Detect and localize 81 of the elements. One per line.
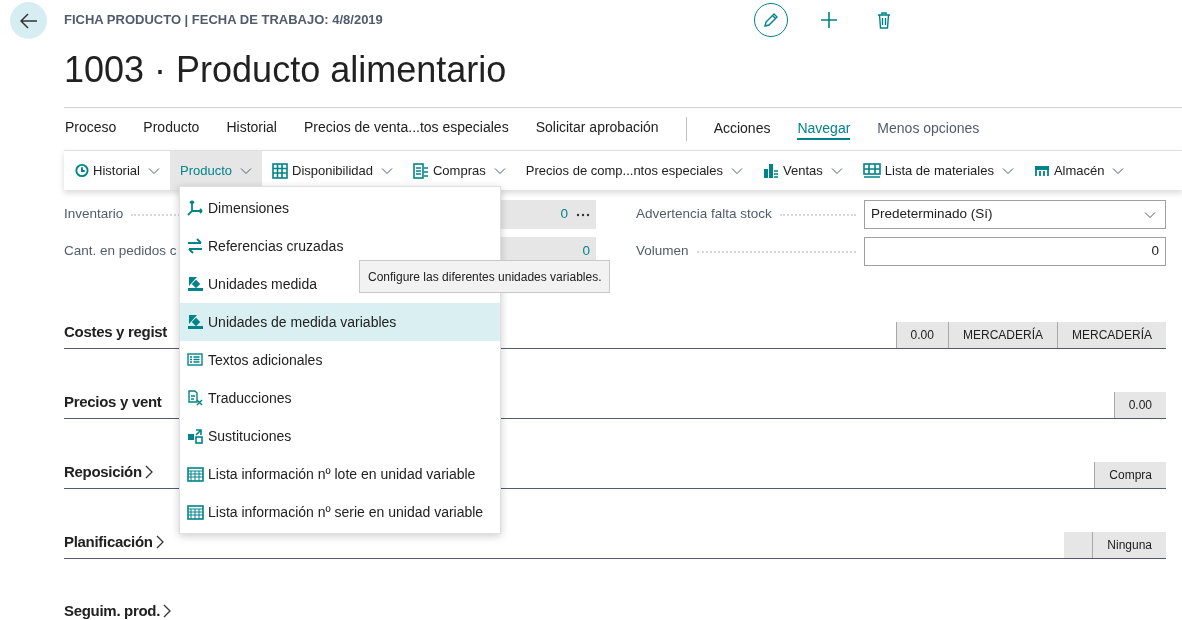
menu-button[interactable]: Lista de materiales	[852, 151, 1024, 190]
menu-button[interactable]: Producto	[169, 151, 262, 190]
menu-button[interactable]: Almacén	[1023, 151, 1135, 190]
chevron-down-icon	[1001, 166, 1014, 175]
substitute-icon	[187, 428, 203, 444]
tab[interactable]: Historial	[226, 117, 277, 141]
ruler-icon	[187, 276, 203, 292]
menu-button[interactable]: Historial	[64, 151, 170, 190]
menu-button[interactable]: Ventas	[753, 151, 853, 190]
back-button[interactable]	[10, 2, 47, 39]
grid-icon	[272, 162, 288, 179]
menu-button[interactable]: Compras	[402, 151, 516, 190]
field-label: Cant. en pedidos c	[64, 242, 177, 261]
input-field[interactable]: 0	[864, 237, 1166, 266]
menu-item[interactable]: Unidades de medida variables	[180, 303, 500, 341]
chevron-right-icon[interactable]	[163, 603, 172, 618]
summary-value: MERCADERÍA	[1057, 322, 1166, 348]
pencil-icon	[763, 12, 779, 28]
chevron-down-icon	[493, 166, 506, 175]
section-title: Seguim. prod.	[64, 600, 161, 620]
ruler-icon	[187, 314, 203, 330]
summary-value: Compra	[1094, 462, 1166, 488]
tab[interactable]: Navegar	[797, 118, 851, 140]
field-label: Volumen	[636, 242, 689, 261]
select-field[interactable]: Predeterminado (Sí)	[864, 200, 1166, 229]
axes-icon	[187, 200, 203, 216]
section-title: Costes y regist	[64, 321, 168, 342]
menu-item[interactable]: Lista información nº serie en unidad variable	[180, 493, 500, 531]
tab[interactable]: Precios de venta...tos especiales	[304, 117, 509, 141]
table-icon	[186, 504, 204, 520]
menu-item[interactable]: Dimensiones	[180, 189, 500, 227]
plus-icon	[820, 11, 838, 29]
summary-value: Ninguna	[1092, 532, 1166, 558]
tab[interactable]: Proceso	[65, 117, 117, 141]
field-label: Inventario	[64, 205, 124, 224]
field-label: Advertencia falta stock	[636, 205, 772, 224]
page-title: 1003 · Producto alimentario	[64, 48, 508, 92]
table-icon	[862, 162, 881, 179]
menu-item[interactable]: Textos adicionales	[180, 341, 500, 379]
tab[interactable]: Producto	[143, 117, 200, 141]
summary-value: 0.00	[895, 322, 948, 348]
summary-value: 0.00	[1113, 392, 1166, 418]
menu-item[interactable]: Traducciones	[180, 379, 500, 417]
tab[interactable]: Acciones	[713, 118, 771, 140]
summary-value	[1064, 532, 1093, 558]
warehouse-icon	[1033, 164, 1050, 177]
chevron-down-icon	[380, 166, 393, 175]
delete-button[interactable]	[876, 11, 892, 29]
swap-arrows-icon	[187, 238, 203, 254]
chevron-right-icon[interactable]	[144, 464, 153, 479]
tab[interactable]: Solicitar aprobación	[535, 117, 659, 141]
chevron-down-icon	[731, 166, 743, 175]
trash-icon	[877, 11, 891, 29]
field-value: 0	[500, 200, 596, 229]
menu-item[interactable]: Referencias cruzadas	[180, 227, 500, 265]
section-title: Reposición	[64, 461, 142, 482]
menu-item[interactable]: Lista información nº lote en unidad variable	[180, 455, 500, 493]
section-title: Planificación	[64, 531, 153, 552]
translate-icon	[187, 390, 203, 406]
section-title: Precios y vent	[64, 391, 162, 412]
chevron-down-icon	[240, 166, 252, 175]
chart-icon	[763, 162, 779, 179]
chevron-down-icon	[1112, 166, 1125, 175]
clock-icon	[74, 163, 89, 178]
menu-button[interactable]: Precios de comp...ntos especiales	[515, 151, 753, 190]
tooltip: Configure las diferentes unidades variables.	[359, 260, 611, 293]
add-button[interactable]	[819, 10, 839, 30]
chevron-down-icon	[1143, 210, 1157, 219]
menu-button[interactable]: Disponibilidad	[262, 151, 403, 190]
table-icon	[186, 466, 204, 482]
back-arrow-icon	[19, 12, 38, 29]
more-icon[interactable]	[576, 212, 590, 217]
page-caption: FICHA PRODUCTO | FECHA DE TRABAJO: 4/8/2019	[64, 11, 384, 30]
chevron-down-icon	[147, 166, 160, 175]
chevron-right-icon[interactable]	[155, 534, 164, 549]
less-options-button[interactable]: Menos opciones	[877, 118, 980, 140]
chevron-down-icon	[830, 166, 843, 175]
list-icon	[187, 353, 203, 367]
menu-item[interactable]: Sustituciones	[180, 417, 500, 455]
document-icon	[412, 162, 429, 179]
summary-value: MERCADERÍA	[947, 322, 1057, 348]
